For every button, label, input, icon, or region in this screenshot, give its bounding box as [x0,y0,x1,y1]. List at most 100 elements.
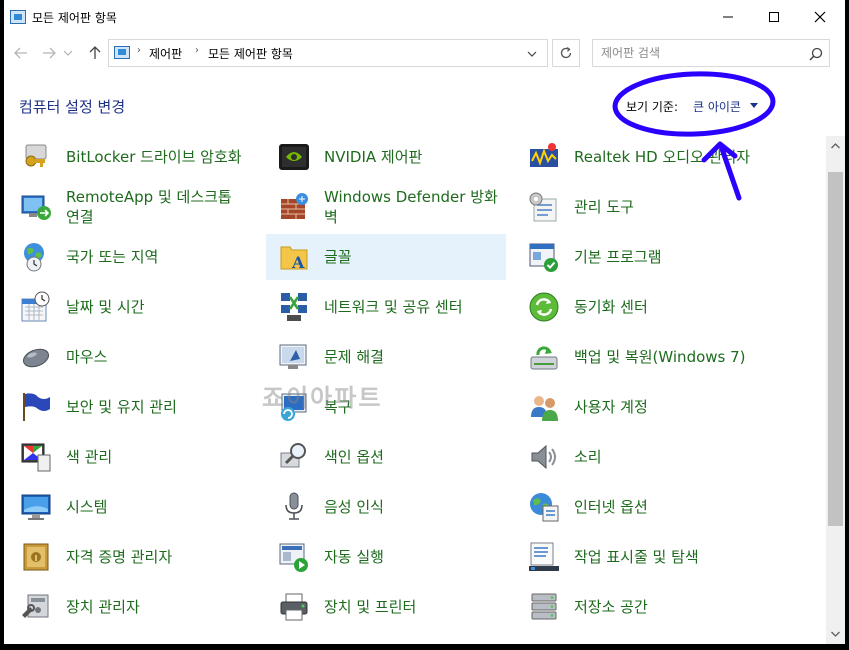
scroll-thumb[interactable] [828,172,843,526]
control-panel-item[interactable]: 색인 옵션 [266,434,506,480]
window-title: 모든 제어판 항목 [32,11,117,25]
item-label: 자동 실행 [324,548,384,566]
minimize-icon [723,16,733,18]
control-panel-item[interactable]: 시스템 [8,484,248,530]
sync-icon [528,291,560,323]
forward-arrow-icon [43,47,56,59]
content-header: 컴퓨터 설정 변경 보기 기준: 큰 아이콘 [4,72,845,136]
breadcrumb-separator-icon: › [137,45,141,56]
scroll-down-button[interactable] [826,626,845,642]
security-flag-icon [20,391,52,423]
default-programs-icon [528,241,560,273]
calendar-clock-icon [20,291,52,323]
forward-button[interactable] [40,44,58,62]
item-label: 네트워크 및 공유 센터 [324,298,463,316]
breadcrumb-separator-icon: › [195,45,199,56]
item-label: 날짜 및 시간 [66,298,145,316]
control-panel-item[interactable]: 자격 증명 관리자 [8,534,248,580]
control-panel-item[interactable]: Realtek HD 오디오 관리자 [516,136,756,180]
recent-locations-button[interactable] [62,44,74,62]
control-panel-items: BitLocker 드라이브 암호화 NVIDIA 제어판 Realtek HD 오… [4,136,826,644]
item-label: Realtek HD 오디오 관리자 [574,148,751,166]
control-panel-item[interactable]: 백업 및 복원(Windows 7) [516,334,756,380]
item-label: 사용자 계정 [574,398,648,416]
vertical-scrollbar[interactable] [826,136,845,644]
control-panel-item[interactable]: 음성 인식 [266,484,506,530]
search-box[interactable] [592,39,830,67]
maximize-button[interactable] [751,0,797,34]
view-by-dropdown[interactable]: 큰 아이콘 [693,98,741,115]
printer-icon [278,591,310,623]
mouse-icon [20,341,52,373]
indexing-icon [278,441,310,473]
address-bar[interactable]: › 제어판 › 모든 제어판 항목 [108,39,548,67]
control-panel-item[interactable]: 인터넷 옵션 [516,484,756,530]
close-button[interactable] [797,0,843,34]
item-label: 장치 및 프린터 [324,598,417,616]
item-label: Windows Defender 방화벽 [324,188,498,226]
network-icon [278,291,310,323]
item-label: 마우스 [66,348,108,366]
item-label: 기본 프로그램 [574,248,662,266]
control-panel-item[interactable]: 색 관리 [8,434,248,480]
control-panel-item[interactable]: RemoteApp 및 데스크톱 연결 [8,184,248,230]
control-panel-item[interactable]: 저장소 공간 [516,584,756,630]
control-panel-item[interactable]: Windows Defender 방화벽 [266,184,506,230]
control-panel-item[interactable]: BitLocker 드라이브 암호화 [8,136,248,180]
control-panel-item[interactable]: 관리 도구 [516,184,756,230]
device-manager-icon [20,591,52,623]
minimize-button[interactable] [705,0,751,34]
control-panel-item[interactable]: 국가 또는 지역 [8,234,248,280]
control-panel-item[interactable]: A 글꼴 [266,234,506,280]
title-bar: 모든 제어판 항목 [4,0,845,34]
remoteapp-icon [20,191,52,223]
up-button[interactable] [86,44,104,62]
control-panel-item[interactable]: 사용자 계정 [516,384,756,430]
close-icon [814,11,826,23]
breadcrumb-control-panel[interactable]: 제어판 [149,45,182,62]
item-label: NVIDIA 제어판 [324,148,423,166]
internet-options-icon [528,491,560,523]
item-label: 백업 및 복원(Windows 7) [574,348,746,366]
control-panel-item[interactable]: 자동 실행 [266,534,506,580]
control-panel-icon [10,10,26,24]
autoplay-icon [278,541,310,573]
scroll-up-button[interactable] [826,138,845,154]
fonts-folder-icon: A [278,241,310,273]
color-management-icon [20,441,52,473]
control-panel-item[interactable]: 보안 및 유지 관리 [8,384,248,430]
search-icon[interactable] [809,46,823,65]
up-arrow-icon [89,46,101,59]
control-panel-item[interactable]: 네트워크 및 공유 센터 [266,284,506,330]
back-arrow-icon [14,47,27,59]
item-label: 작업 표시줄 및 탐색 [574,548,699,566]
address-history-dropdown[interactable] [527,46,537,65]
control-panel-location-icon [114,46,130,59]
item-label: 자격 증명 관리자 [66,548,173,566]
back-button[interactable] [12,44,30,62]
control-panel-item[interactable]: 동기화 센터 [516,284,756,330]
item-label: 보안 및 유지 관리 [66,398,177,416]
item-label: 소리 [574,448,602,466]
control-panel-item[interactable]: 날짜 및 시간 [8,284,248,330]
watermark-text: 죠이아파트 [262,384,383,412]
breadcrumb-all-items[interactable]: 모든 제어판 항목 [208,45,293,62]
bitlocker-keys-icon [20,141,52,173]
control-panel-item[interactable]: NVIDIA 제어판 [266,136,506,180]
control-panel-item[interactable]: 기본 프로그램 [516,234,756,280]
svg-text:A: A [291,253,305,272]
item-label: 음성 인식 [324,498,384,516]
item-label: 인터넷 옵션 [574,498,648,516]
control-panel-item[interactable]: 문제 해결 [266,334,506,380]
control-panel-window: 모든 제어판 항목 › 제어판 › 모든 제어판 항목 제어판 검색 컴퓨터 설… [4,0,845,644]
control-panel-item[interactable]: 장치 및 프린터 [266,584,506,630]
search-input[interactable] [601,45,797,61]
item-label: 색 관리 [66,448,113,466]
control-panel-item[interactable]: 장치 관리자 [8,584,248,630]
control-panel-item[interactable]: 소리 [516,434,756,480]
dropdown-caret-icon[interactable] [750,103,758,108]
taskbar-icon [528,541,560,573]
refresh-button[interactable] [552,39,580,67]
control-panel-item[interactable]: 작업 표시줄 및 탐색 [516,534,756,580]
control-panel-item[interactable]: 마우스 [8,334,248,380]
